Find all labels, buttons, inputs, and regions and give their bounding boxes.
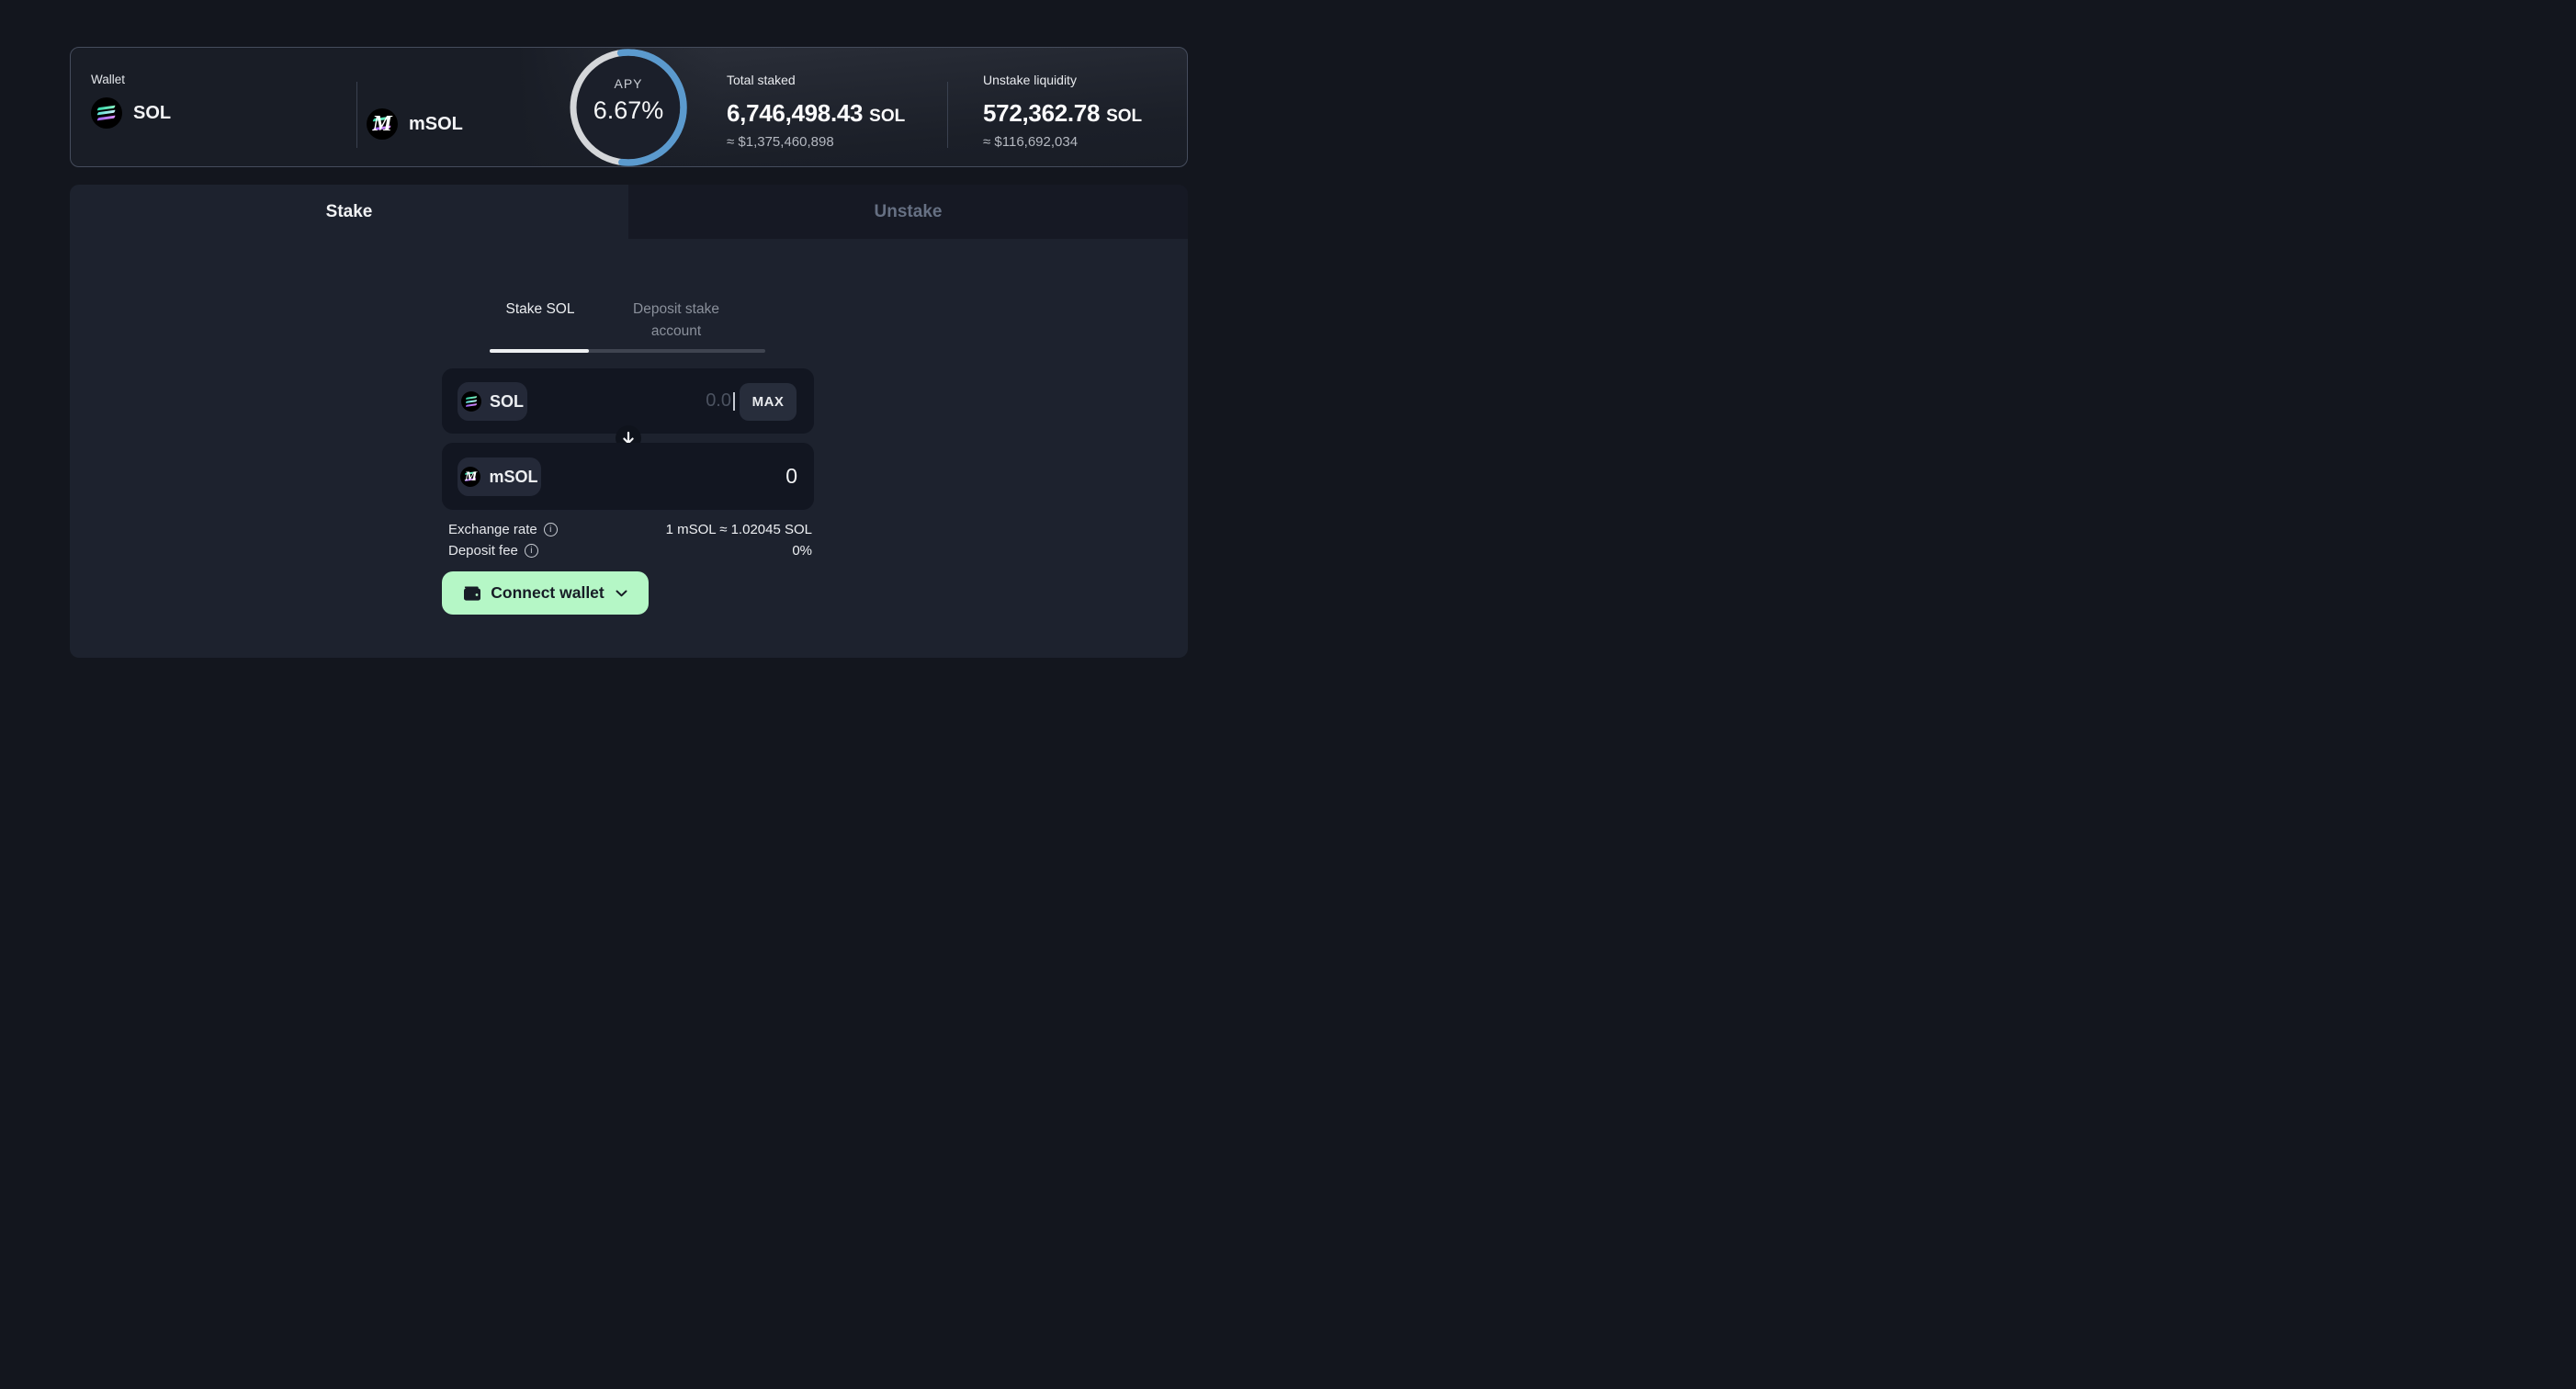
deposit-fee-value: 0% [792,543,812,559]
exchange-rate-label: Exchange rate [448,522,558,537]
deposit-fee-row: Deposit fee 0% [448,541,812,560]
connect-wallet-label: Connect wallet [491,583,604,603]
deposit-fee-label: Deposit fee [448,543,538,559]
max-button[interactable]: MAX [740,383,797,421]
subtab-stake-sol[interactable]: Stake SOL [490,299,591,321]
stake-amount-input[interactable] [606,368,731,434]
msol-icon: M [460,467,480,487]
wallet-sol-symbol: SOL [133,103,171,124]
info-icon[interactable] [525,544,538,558]
total-staked-value: 6,746,498.43 SOL [727,96,905,133]
apy-ring: APY 6.67% [570,49,687,166]
total-staked-usd: ≈ $1,375,460,898 [727,133,905,151]
unstake-liquidity-label: Unstake liquidity [983,73,1142,87]
unstake-liquidity-value: 572,362.78 SOL [983,96,1142,133]
connect-wallet-button[interactable]: Connect wallet [442,571,649,615]
text-caret [733,392,735,411]
apy-value: 6.67% [570,96,687,125]
total-staked-unit: SOL [869,107,905,126]
info-icon[interactable] [544,523,558,536]
header-divider [356,82,357,148]
msol-output-value: 0 [643,443,797,510]
unstake-liquidity-section: Unstake liquidity 572,362.78 SOL ≈ $116,… [983,73,1142,151]
exchange-rate-value: 1 mSOL ≈ 1.02045 SOL [666,522,812,537]
subtab-active-indicator [490,349,589,353]
wallet-msol-balance: M mSOL [367,108,463,140]
chevron-down-icon [616,590,627,597]
wallet-icon [463,585,481,602]
sol-token-chip[interactable]: SOL [458,382,527,421]
tab-stake[interactable]: Stake [70,185,628,239]
subtab-track [490,349,765,353]
wallet-label: Wallet [91,73,171,86]
unstake-liquidity-usd: ≈ $116,692,034 [983,133,1142,151]
wallet-section: Wallet SOL [91,73,171,129]
header-divider [947,82,948,148]
total-staked-label: Total staked [727,73,905,87]
sol-chip-symbol: SOL [490,392,524,412]
msol-icon: M [367,108,398,140]
total-staked-section: Total staked 6,746,498.43 SOL ≈ $1,375,4… [727,73,905,151]
sol-icon [91,97,122,129]
wallet-msol-symbol: mSOL [409,114,463,135]
wallet-sol-balance: SOL [91,97,171,129]
subtab-deposit-stake-account[interactable]: Deposit stake account [607,299,745,343]
msol-token-chip[interactable]: M mSOL [458,457,541,496]
exchange-rate-row: Exchange rate 1 mSOL ≈ 1.02045 SOL [448,520,812,539]
tab-unstake[interactable]: Unstake [628,185,1188,239]
apy-label: APY [570,76,687,91]
unstake-liquidity-unit: SOL [1106,107,1142,126]
sol-icon [461,391,481,412]
msol-chip-symbol: mSOL [489,468,537,487]
